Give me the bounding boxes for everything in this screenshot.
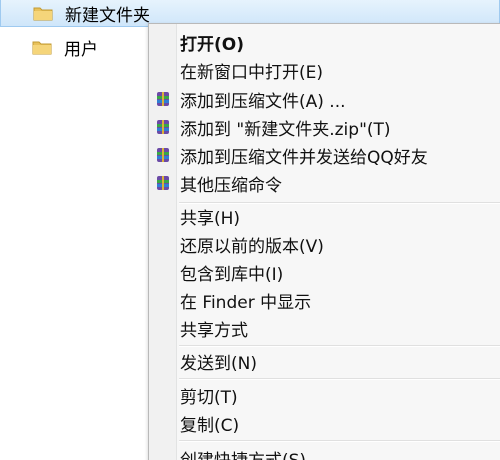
explorer-window: 新建文件夹 用户 打开(O) 在新窗口中打开(E) 添加到压缩文件(A) ...… — [0, 0, 500, 460]
menu-item-send-to[interactable]: 发送到(N) — [149, 347, 500, 375]
menu-item-add-to-archive[interactable]: 添加到压缩文件(A) ... — [149, 85, 500, 113]
archive-icon — [155, 91, 171, 107]
menu-item-label: 共享方式 — [180, 320, 248, 341]
menu-item-label: 添加到压缩文件并发送给QQ好友 — [180, 147, 428, 168]
menu-item-label: 添加到 "新建文件夹.zip"(T) — [180, 119, 391, 140]
menu-item-add-to-zip[interactable]: 添加到 "新建文件夹.zip"(T) — [149, 113, 500, 141]
menu-item-label: 创建快捷方式(S) — [180, 446, 306, 460]
menu-item-share-with[interactable]: 共享方式 — [149, 314, 500, 342]
folder-icon — [33, 5, 53, 21]
menu-item-label: 在 Finder 中显示 — [180, 292, 312, 313]
menu-item-open-new-window[interactable]: 在新窗口中打开(E) — [149, 56, 500, 84]
menu-item-label: 添加到压缩文件(A) ... — [180, 91, 346, 112]
menu-item-open[interactable]: 打开(O) — [149, 28, 500, 56]
menu-item-restore-versions[interactable]: 还原以前的版本(V) — [149, 230, 500, 258]
menu-separator — [179, 440, 500, 442]
archive-icon — [155, 175, 171, 191]
menu-item-other-compress[interactable]: 其他压缩命令 — [149, 169, 500, 197]
menu-item-label: 包含到库中(I) — [180, 264, 284, 285]
menu-item-label: 复制(C) — [180, 415, 240, 436]
menu-item-label: 剪切(T) — [180, 387, 238, 408]
menu-item-share[interactable]: 共享(H) — [149, 202, 500, 230]
menu-item-include-in-library[interactable]: 包含到库中(I) — [149, 258, 500, 286]
tree-item-user[interactable]: 用户 — [0, 34, 150, 60]
menu-item-cut[interactable]: 剪切(T) — [149, 381, 500, 409]
archive-icon — [155, 147, 171, 163]
context-menu: 打开(O) 在新窗口中打开(E) 添加到压缩文件(A) ... 添加到 "新建文… — [148, 23, 500, 460]
tree-item-label: 用户 — [64, 39, 98, 60]
menu-item-label: 打开(O) — [180, 34, 244, 55]
menu-item-label: 还原以前的版本(V) — [180, 236, 324, 257]
archive-icon — [155, 119, 171, 135]
tree-item-label: 新建文件夹 — [65, 5, 150, 26]
folder-icon — [32, 39, 52, 55]
menu-item-label: 其他压缩命令 — [180, 175, 282, 196]
menu-item-copy[interactable]: 复制(C) — [149, 409, 500, 437]
menu-item-label: 在新窗口中打开(E) — [180, 62, 324, 83]
menu-item-label: 共享(H) — [180, 208, 241, 229]
menu-item-label: 发送到(N) — [180, 353, 257, 374]
menu-separator — [179, 378, 500, 380]
menu-item-archive-send-qq[interactable]: 添加到压缩文件并发送给QQ好友 — [149, 141, 500, 169]
menu-item-create-shortcut[interactable]: 创建快捷方式(S) — [149, 444, 500, 460]
menu-item-show-in-finder[interactable]: 在 Finder 中显示 — [149, 286, 500, 314]
